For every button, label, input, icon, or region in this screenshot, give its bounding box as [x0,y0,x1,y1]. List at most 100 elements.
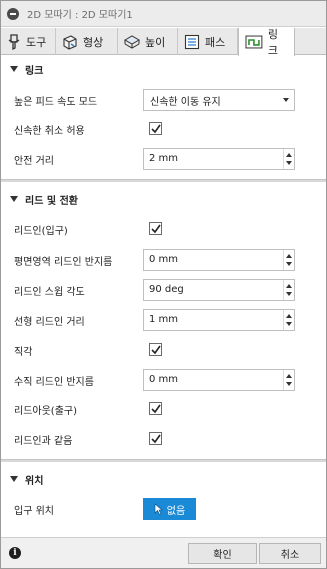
row-safe-distance: 안전 거리 2 mm [1,147,326,171]
spin-up-icon[interactable] [286,314,292,318]
spin-down-icon[interactable] [286,161,292,165]
row-lead-in: 리드인(입구) [1,217,326,241]
tab-label: 형상 [83,35,104,49]
tab-geometry[interactable]: 형상 [56,28,118,55]
passes-icon [184,34,200,49]
collapse-triangle-icon [10,66,18,72]
same-as-lead-in-checkbox[interactable] [149,432,162,445]
collapse-icon[interactable] [7,7,19,20]
linking-icon [245,35,263,49]
dialog-title: 2D 모따기 : 2D 모따기1 [27,10,133,21]
checkmark-icon [151,404,161,414]
tab-heights[interactable]: 높이 [118,28,178,55]
spinner[interactable] [283,149,294,169]
spin-up-icon[interactable] [286,374,292,378]
checkmark-icon [151,434,161,444]
field-label: 리드인 스윕 각도 [14,286,85,298]
high-feed-mode-select[interactable]: 신속한 이동 유지 [143,89,295,111]
section-header-linking[interactable]: 링크 [1,59,326,79]
field-label: 높은 피드 속도 모드 [14,96,98,108]
info-icon[interactable]: i [9,547,21,559]
row-horizontal-lead-in-radius: 평면영역 리드인 반지름 0 mm [1,248,326,272]
spin-down-icon[interactable] [286,262,292,266]
field-label: 직각 [14,346,33,358]
field-label: 리드인과 같음 [14,435,73,447]
select-button-label: 없음 [166,505,186,517]
perpendicular-checkbox[interactable] [149,343,162,356]
row-perpendicular: 직각 [1,338,326,362]
section-header-leads[interactable]: 리드 및 전환 [1,189,326,209]
tab-tool[interactable]: 도구 [1,28,56,55]
input-value: 1 mm [149,314,179,325]
input-value: 90 deg [149,284,184,295]
checkmark-icon [151,224,161,234]
spin-down-icon[interactable] [286,292,292,296]
row-vertical-lead-in-radius: 수직 리드인 반지름 0 mm [1,368,326,392]
row-linear-lead-in-distance: 선형 리드인 거리 1 mm [1,308,326,332]
section-header-positions[interactable]: 위치 [1,469,326,489]
lead-out-checkbox[interactable] [149,402,162,415]
input-value: 2 mm [149,153,179,164]
tab-label: 패스 [205,35,226,49]
vertical-lead-in-radius-input[interactable]: 0 mm [143,369,295,391]
row-entry-position: 입구 위치 없음 [1,497,326,521]
cancel-button-label: 취소 [280,550,300,561]
cancel-button[interactable]: 취소 [259,543,321,564]
dialog-window: 2D 모따기 : 2D 모따기1 도구 형상 높이 패스 링크 링크 높은 피드… [0,0,327,569]
checkmark-icon [151,345,161,355]
entry-position-select-button[interactable]: 없음 [143,498,196,520]
spin-down-icon[interactable] [286,382,292,386]
cursor-arrow-icon [154,503,163,515]
spinner[interactable] [283,250,294,270]
allow-rapid-retract-checkbox[interactable] [149,122,162,135]
ok-button[interactable]: 확인 [188,543,257,564]
row-same-as-lead-in: 리드인과 같음 [1,427,326,451]
field-label: 리드인(입구) [14,225,68,237]
row-allow-rapid-retract: 신속한 취소 허용 [1,117,326,141]
heights-icon [124,34,140,49]
spin-up-icon[interactable] [286,153,292,157]
tab-label: 도구 [26,35,47,49]
input-value: 0 mm [149,374,179,385]
section-divider [1,459,326,462]
tab-label: 링크 [267,28,278,57]
field-label: 선형 리드인 거리 [14,316,85,328]
geometry-icon [63,34,77,50]
dropdown-arrow-icon [283,98,289,102]
tab-bar: 도구 형상 높이 패스 링크 [1,28,326,57]
field-label: 입구 위치 [14,505,54,517]
section-divider [1,179,326,182]
section-title: 리드 및 전환 [25,195,78,207]
spinner[interactable] [283,370,294,390]
tab-label: 높이 [145,35,166,49]
input-value: 0 mm [149,254,179,265]
checkmark-icon [151,124,161,134]
collapse-triangle-icon [10,476,18,482]
tab-linking[interactable]: 링크 [238,28,295,57]
spin-up-icon[interactable] [286,254,292,258]
linear-lead-in-distance-input[interactable]: 1 mm [143,309,295,331]
title-bar: 2D 모따기 : 2D 모따기1 [1,1,326,27]
spinner[interactable] [283,280,294,300]
section-title: 위치 [25,475,44,487]
field-label: 수직 리드인 반지름 [14,376,94,388]
safe-distance-input[interactable]: 2 mm [143,148,295,170]
dialog-footer: i 확인 취소 [1,537,326,568]
horizontal-lead-in-radius-input[interactable]: 0 mm [143,249,295,271]
section-title: 링크 [25,65,44,77]
row-lead-out: 리드아웃(출구) [1,397,326,421]
row-lead-in-sweep-angle: 리드인 스윕 각도 90 deg [1,278,326,302]
field-label: 평면영역 리드인 반지름 [14,256,113,268]
tab-passes[interactable]: 패스 [178,28,238,55]
row-high-feed-mode: 높은 피드 속도 모드 신속한 이동 유지 [1,88,326,112]
field-label: 안전 거리 [14,155,54,167]
field-label: 리드아웃(출구) [14,405,78,417]
spinner[interactable] [283,310,294,330]
lead-in-checkbox[interactable] [149,222,162,235]
field-label: 신속한 취소 허용 [14,125,85,137]
spin-down-icon[interactable] [286,322,292,326]
ok-button-label: 확인 [213,550,232,561]
lead-in-sweep-angle-input[interactable]: 90 deg [143,279,295,301]
collapse-triangle-icon [10,196,18,202]
spin-up-icon[interactable] [286,284,292,288]
